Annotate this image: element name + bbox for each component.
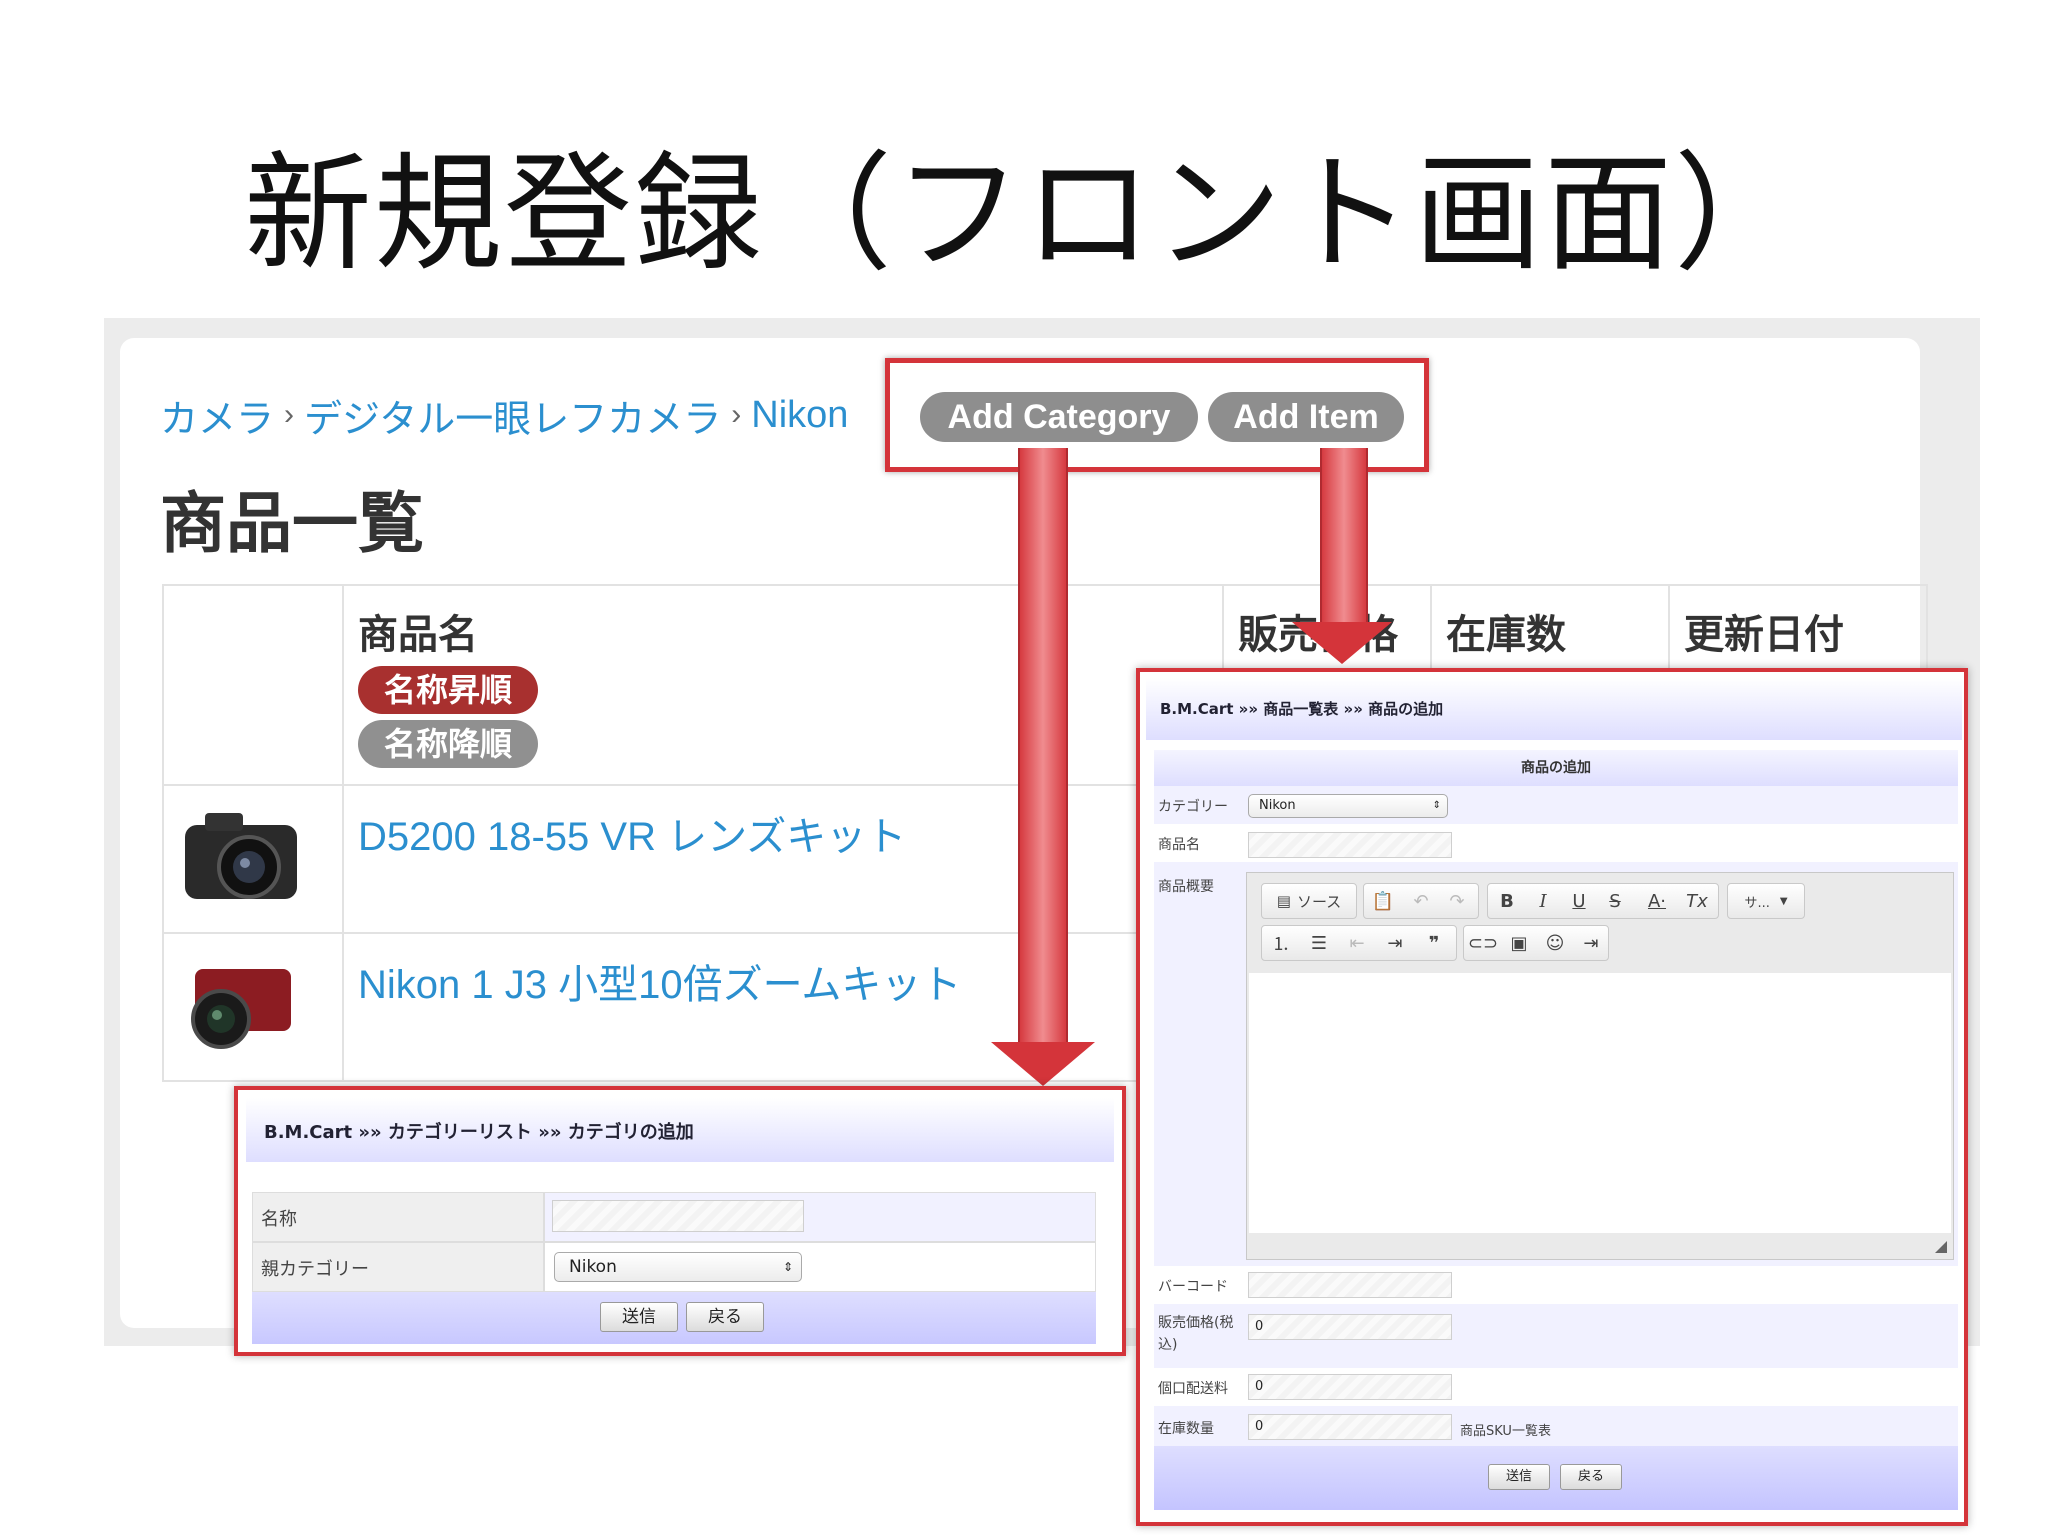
item-form-panel: B.M.Cart »» 商品一覧表 »» 商品の追加 商品の追加 カテゴリー N…: [1136, 668, 1968, 1526]
category-label: カテゴリー: [1158, 799, 1228, 815]
item-submit-button[interactable]: 送信: [1488, 1464, 1550, 1490]
stock-label: 在庫数量: [1158, 1421, 1214, 1437]
format-dropdown-label: サ... ▼: [1727, 883, 1805, 919]
arrow-head-icon: [1292, 622, 1392, 664]
product-link[interactable]: Nikon 1 J3 小型10倍ズームキット: [358, 963, 961, 1007]
shipping-input[interactable]: 0: [1248, 1374, 1452, 1400]
item-form-footer: [1154, 1446, 1958, 1510]
bold-icon[interactable]: B: [1489, 883, 1525, 919]
remove-format-icon[interactable]: Tx: [1679, 883, 1715, 919]
camera-red-icon[interactable]: [165, 935, 341, 1075]
sort-name-asc-button[interactable]: 名称昇順: [358, 666, 539, 714]
product-name-cell: D5200 18-55 VR レンズキット: [342, 784, 1224, 934]
breadcrumb-item-nikon[interactable]: Nikon: [751, 394, 848, 437]
text-color-icon[interactable]: A·: [1635, 883, 1679, 919]
select-arrows-icon: ⇕: [782, 1260, 793, 1274]
camera-black-icon[interactable]: [165, 787, 341, 927]
sort-name-desc-button[interactable]: 名称降順: [358, 720, 539, 768]
sku-list-link[interactable]: 商品SKU一覧表: [1460, 1420, 1551, 1439]
parent-category-select[interactable]: Nikon ⇕: [554, 1252, 802, 1282]
price-input[interactable]: 0: [1248, 1314, 1452, 1340]
breadcrumb-text: B.M.Cart »» 商品一覧表 »» 商品の追加: [1160, 700, 1444, 718]
link-icon[interactable]: ⊂⊃: [1465, 925, 1501, 961]
page-break-icon[interactable]: ⇥: [1573, 925, 1609, 961]
paste-icon[interactable]: 📋: [1365, 883, 1401, 919]
column-header-label: 更新日付: [1684, 612, 1844, 658]
underline-icon[interactable]: U: [1561, 883, 1597, 919]
breadcrumb-separator-icon: ›: [731, 398, 742, 431]
name-label-cell: 名称: [252, 1192, 544, 1242]
column-header-label: 商品名: [358, 612, 478, 658]
image-column-header: [162, 584, 344, 786]
bulleted-list-icon[interactable]: ☰: [1301, 925, 1337, 961]
smiley-icon[interactable]: ☺: [1537, 925, 1573, 961]
blockquote-icon[interactable]: ❞: [1415, 925, 1453, 961]
column-header-label: 在庫数: [1446, 612, 1566, 658]
image-icon[interactable]: ▣: [1501, 925, 1537, 961]
category-form-panel: B.M.Cart »» カテゴリーリスト »» カテゴリの追加 名称 親カテゴリ…: [234, 1086, 1126, 1356]
format-dropdown-text: サ...: [1744, 895, 1770, 911]
product-image-cell: [162, 932, 344, 1082]
editor-content-area[interactable]: [1249, 973, 1951, 1233]
resize-handle-icon[interactable]: [1935, 1241, 1947, 1253]
arrow-to-item-form: [1320, 448, 1368, 624]
arrow-head-icon: [991, 1042, 1095, 1086]
numbered-list-icon[interactable]: ⒈: [1263, 925, 1299, 961]
column-header-name: 商品名 名称昇順 名称降順: [342, 584, 1224, 786]
slide-title: 新規登録（フロント画面）: [243, 140, 1804, 289]
shipping-label: 個口配送料: [1158, 1381, 1228, 1397]
price-label: 販売価格(税込): [1158, 1315, 1234, 1353]
breadcrumb: カメラ › デジタル一眼レフカメラ › Nikon: [160, 388, 848, 443]
summary-label: 商品概要: [1158, 879, 1214, 895]
breadcrumb-item-camera[interactable]: カメラ: [160, 388, 274, 443]
breadcrumb-text: B.M.Cart »» カテゴリーリスト »» カテゴリの追加: [264, 1122, 694, 1143]
barcode-label: バーコード: [1158, 1279, 1228, 1295]
indent-icon[interactable]: ⇥: [1377, 925, 1413, 961]
item-form-breadcrumb: B.M.Cart »» 商品一覧表 »» 商品の追加: [1160, 698, 1443, 719]
name-label: 名称: [261, 1209, 297, 1230]
category-name-input[interactable]: [552, 1200, 804, 1232]
undo-icon[interactable]: ↶: [1403, 883, 1439, 919]
category-back-button[interactable]: 戻る: [686, 1302, 764, 1332]
breadcrumb-separator-icon: ›: [284, 398, 295, 431]
outdent-icon[interactable]: ⇤: [1339, 925, 1375, 961]
redo-icon[interactable]: ↷: [1439, 883, 1475, 919]
select-arrows-icon: ⇕: [1432, 800, 1441, 811]
item-name-input[interactable]: [1248, 832, 1452, 858]
parent-label-cell: 親カテゴリー: [252, 1242, 544, 1292]
item-category-value: Nikon: [1259, 798, 1296, 813]
stock-input[interactable]: 0: [1248, 1414, 1452, 1440]
barcode-input[interactable]: [1248, 1272, 1452, 1298]
item-back-button[interactable]: 戻る: [1560, 1464, 1622, 1490]
arrow-to-category-form: [1018, 448, 1068, 1044]
source-icon: ▤: [1276, 892, 1291, 910]
dropdown-arrow-icon: ▼: [1779, 895, 1788, 907]
source-button[interactable]: ▤ ソース: [1261, 883, 1357, 919]
page-title: 商品一覧: [160, 485, 424, 562]
category-submit-button[interactable]: 送信: [600, 1302, 678, 1332]
parent-category-label: 親カテゴリー: [261, 1259, 369, 1280]
parent-category-value: Nikon: [569, 1257, 617, 1277]
rich-text-editor: ▤ ソース 📋 ↶ ↷ B I U S A· Tx サ... ▼ ⒈ ☰ ⇤ ⇥ ❞…: [1246, 872, 1954, 1260]
italic-icon[interactable]: I: [1525, 883, 1561, 919]
strikethrough-icon[interactable]: S: [1597, 883, 1633, 919]
product-image-cell: [162, 784, 344, 934]
source-button-label: ソース: [1296, 892, 1342, 911]
category-form-breadcrumb: B.M.Cart »» カテゴリーリスト »» カテゴリの追加: [264, 1118, 694, 1144]
item-category-select[interactable]: Nikon ⇕: [1248, 794, 1448, 818]
breadcrumb-item-dslr[interactable]: デジタル一眼レフカメラ: [304, 388, 721, 443]
item-form-section-title: 商品の追加: [1154, 750, 1958, 786]
product-link[interactable]: D5200 18-55 VR レンズキット: [358, 815, 906, 859]
item-name-label: 商品名: [1158, 837, 1200, 853]
